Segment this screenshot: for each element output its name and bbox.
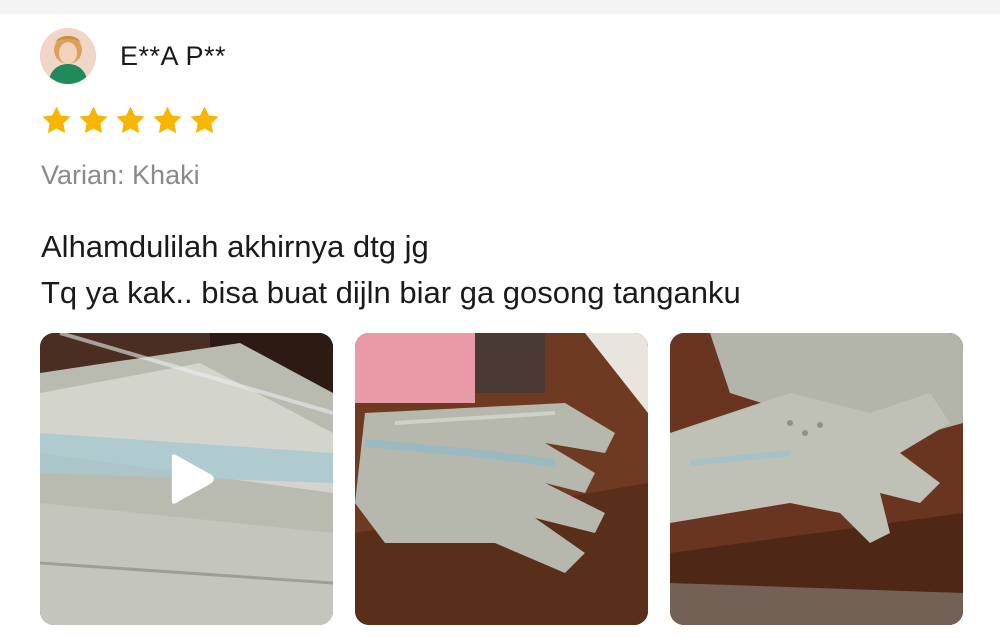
star-icon — [79, 106, 108, 134]
reviewer-name: E**A P** — [120, 40, 227, 71]
media-photo-thumbnail[interactable] — [355, 333, 648, 625]
comment-line: Tq ya kak.. bisa buat dijln biar ga goso… — [41, 275, 741, 310]
star-icon — [153, 106, 182, 134]
avatar[interactable] — [40, 28, 96, 84]
media-gallery — [40, 333, 963, 625]
star-rating — [40, 104, 221, 137]
review-card: E**A P** Varian: Khaki Alhamdulilah akhi… — [0, 0, 1000, 638]
star-icon — [116, 106, 145, 134]
media-photo-thumbnail[interactable] — [670, 333, 963, 625]
review-comment: Alhamdulilah akhirnya dtg jg Tq ya kak..… — [41, 224, 741, 316]
glove-photo-image — [355, 333, 648, 625]
glove-photo-image — [670, 333, 963, 625]
star-icon — [190, 106, 219, 134]
avatar-photo-icon — [40, 28, 96, 84]
variant-label: Varian: Khaki — [41, 160, 200, 190]
comment-line: Alhamdulilah akhirnya dtg jg — [41, 229, 429, 264]
star-icon — [42, 106, 71, 134]
reviewer-header: E**A P** — [40, 28, 226, 84]
media-video-thumbnail[interactable] — [40, 333, 333, 625]
play-icon[interactable] — [167, 453, 215, 505]
